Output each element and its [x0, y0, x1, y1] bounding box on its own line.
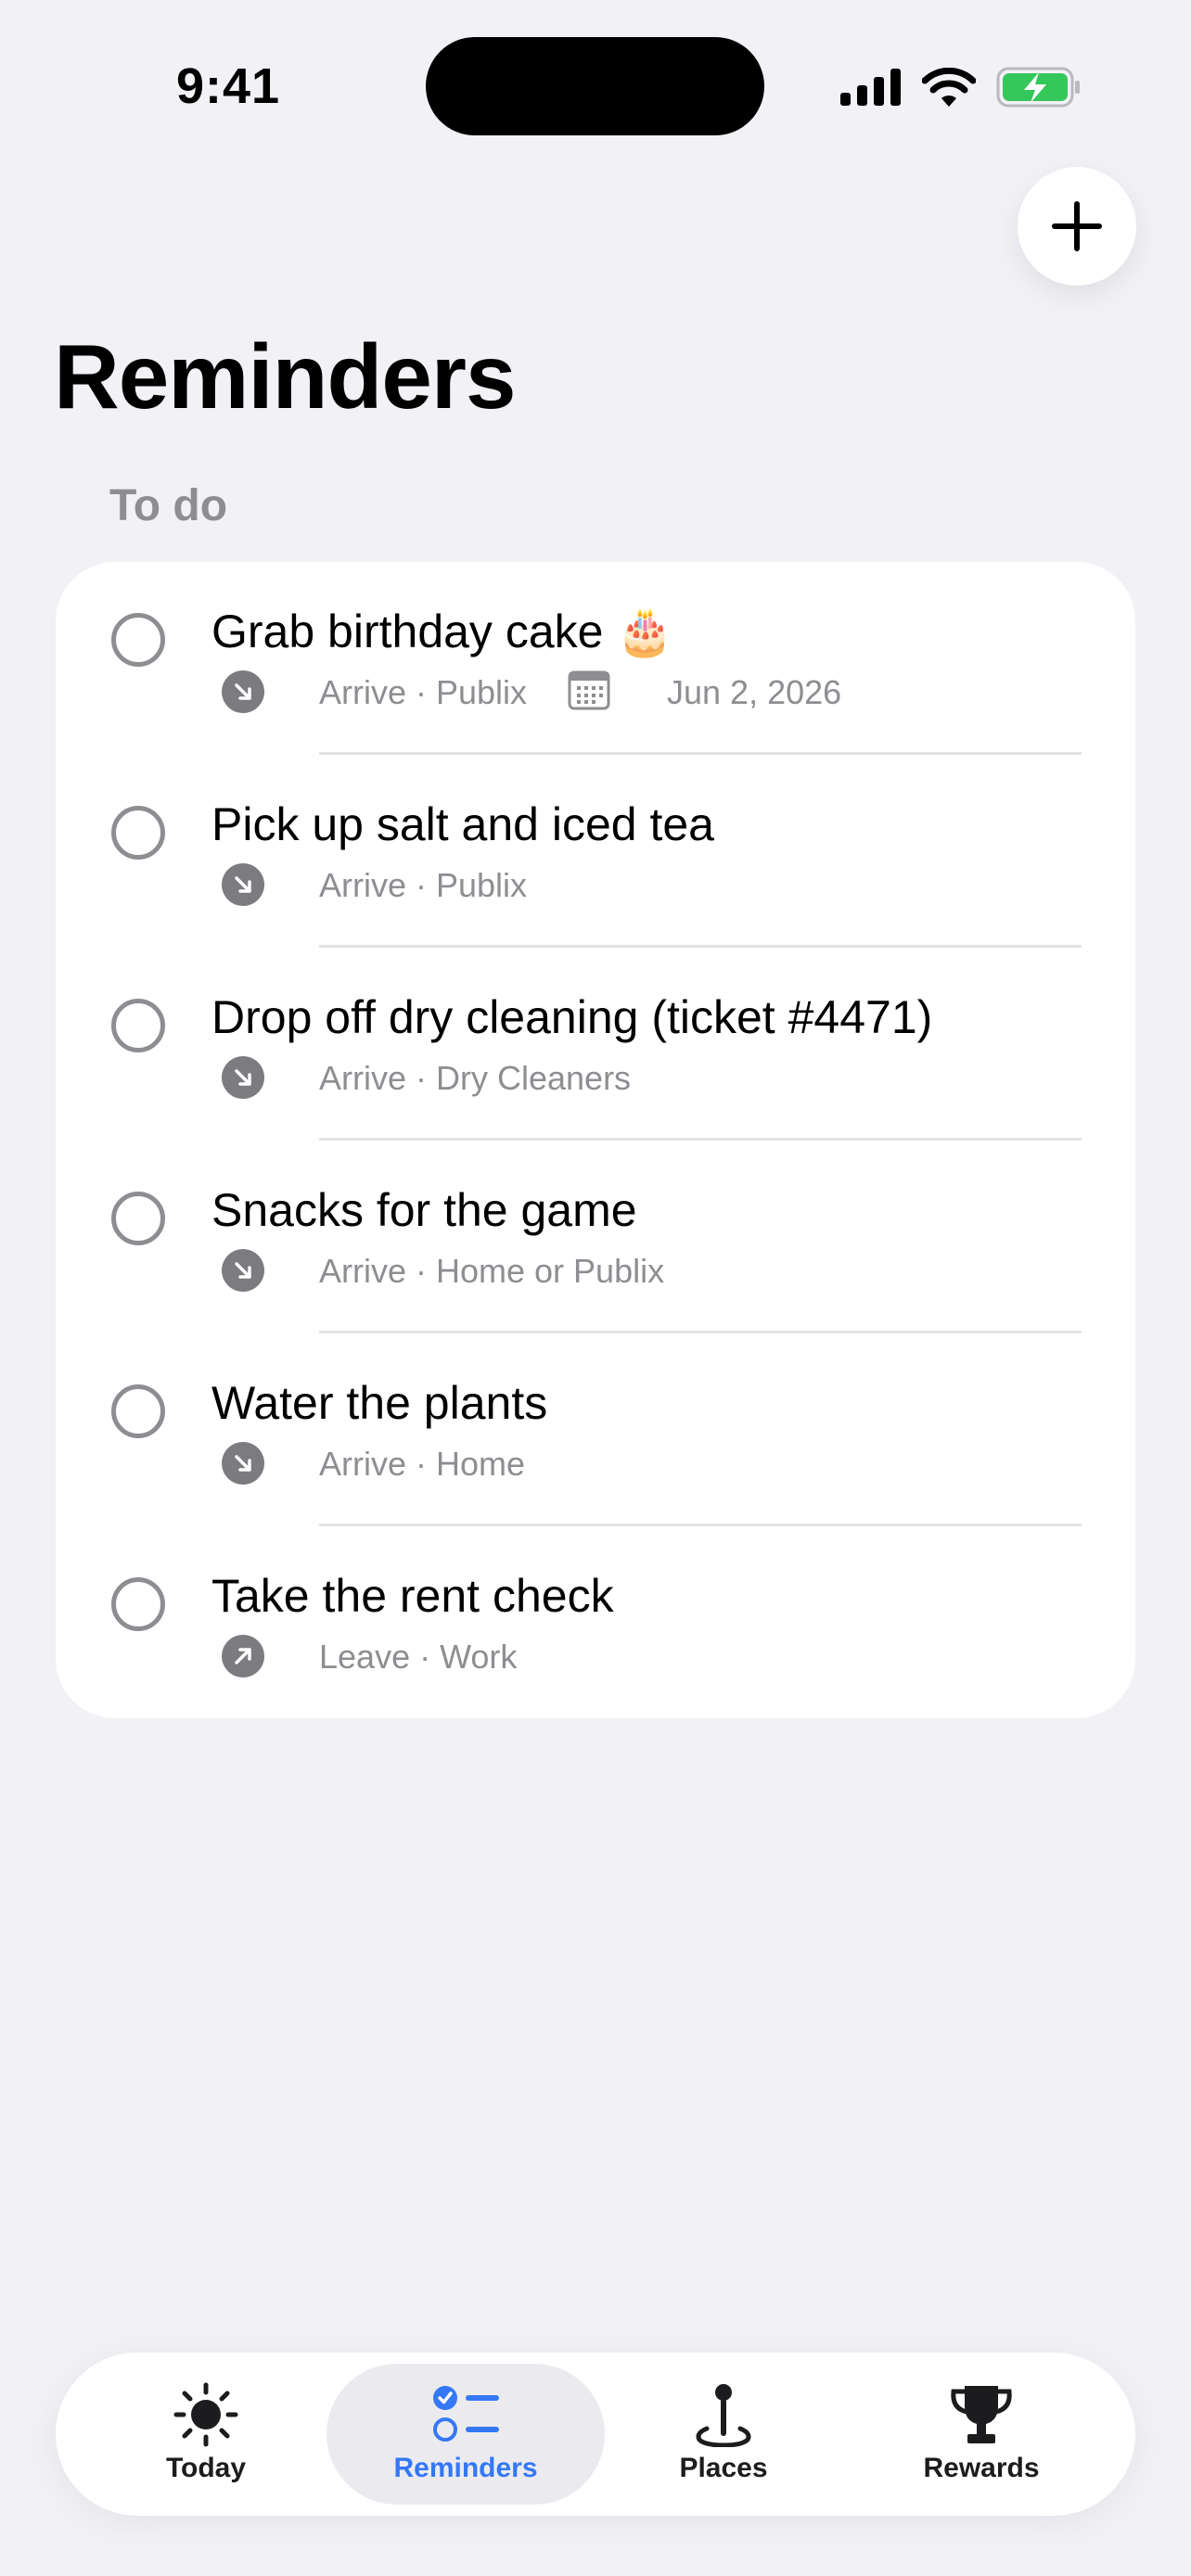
wifi-icon: [922, 68, 976, 107]
status-icons: [840, 67, 1082, 108]
cellular-signal-icon: [840, 69, 901, 106]
tab-label: Today: [165, 2453, 247, 2483]
reminder-title: Pick up salt and iced tea: [211, 798, 714, 850]
reminder-location: Arrive · Dry Cleaners: [319, 1059, 632, 1097]
tab-today[interactable]: Today: [67, 2364, 345, 2505]
tab-label: Places: [679, 2453, 768, 2483]
section-header-to-do: To do: [109, 481, 228, 530]
reminder-row[interactable]: Drop off dry cleaning (ticket #4471) Arr…: [56, 948, 1135, 1141]
dynamic-island: [426, 37, 764, 135]
reminder-row[interactable]: Snacks for the game Arrive · Home or Pub…: [56, 1141, 1135, 1333]
complete-checkbox[interactable]: [111, 1384, 165, 1438]
reminder-row[interactable]: Grab birthday cake 🎂 Arrive · Publix Jun…: [56, 562, 1135, 755]
reminder-title: Snacks for the game: [211, 1184, 637, 1236]
calendar-icon: [568, 670, 610, 710]
sun-icon: [173, 2382, 238, 2447]
reminder-title: Drop off dry cleaning (ticket #4471): [211, 991, 933, 1043]
tab-label: Rewards: [923, 2453, 1040, 2483]
arrive-icon: [222, 863, 264, 906]
reminders-list: Grab birthday cake 🎂 Arrive · Publix Jun…: [56, 562, 1135, 1718]
reminder-date: Jun 2, 2026: [667, 673, 842, 711]
arrive-icon: [222, 670, 264, 713]
reminder-location: Arrive · Publix: [319, 866, 528, 904]
reminder-location: Leave · Work: [319, 1638, 518, 1676]
arrive-icon: [222, 1249, 264, 1292]
status-time: 9:41: [176, 58, 281, 114]
complete-checkbox[interactable]: [111, 806, 165, 860]
tab-rewards[interactable]: Rewards: [842, 2364, 1121, 2505]
complete-checkbox[interactable]: [111, 613, 165, 667]
reminder-location: Arrive · Home or Publix: [319, 1252, 665, 1290]
pin-icon: [696, 2384, 751, 2447]
checklist-icon: [433, 2386, 499, 2442]
reminder-location: Arrive · Home: [319, 1445, 526, 1483]
tab-places[interactable]: Places: [584, 2364, 863, 2505]
plus-icon: [1052, 201, 1102, 251]
complete-checkbox[interactable]: [111, 999, 165, 1052]
trophy-icon: [951, 2386, 1012, 2443]
page-title: Reminders: [54, 325, 517, 427]
reminder-row[interactable]: Pick up salt and iced tea Arrive · Publi…: [56, 755, 1135, 948]
reminder-title: Grab birthday cake 🎂: [211, 606, 674, 657]
complete-checkbox[interactable]: [111, 1192, 165, 1245]
leave-icon: [222, 1635, 264, 1677]
add-reminder-button[interactable]: [1018, 167, 1136, 286]
reminder-row[interactable]: Water the plants Arrive · Home: [56, 1333, 1135, 1526]
reminder-title: Take the rent check: [211, 1570, 614, 1622]
reminder-location: Arrive · Publix: [319, 673, 528, 711]
tab-label: Reminders: [393, 2453, 538, 2483]
arrive-icon: [222, 1442, 264, 1485]
reminder-row[interactable]: Take the rent check Leave · Work: [56, 1526, 1135, 1718]
battery-charging-icon: [996, 67, 1080, 108]
tab-bar: Today Reminders Places Rewards: [56, 2353, 1135, 2516]
complete-checkbox[interactable]: [111, 1577, 165, 1631]
reminder-title: Water the plants: [211, 1377, 548, 1429]
arrive-icon: [222, 1056, 264, 1099]
tab-reminders[interactable]: Reminders: [327, 2364, 605, 2505]
